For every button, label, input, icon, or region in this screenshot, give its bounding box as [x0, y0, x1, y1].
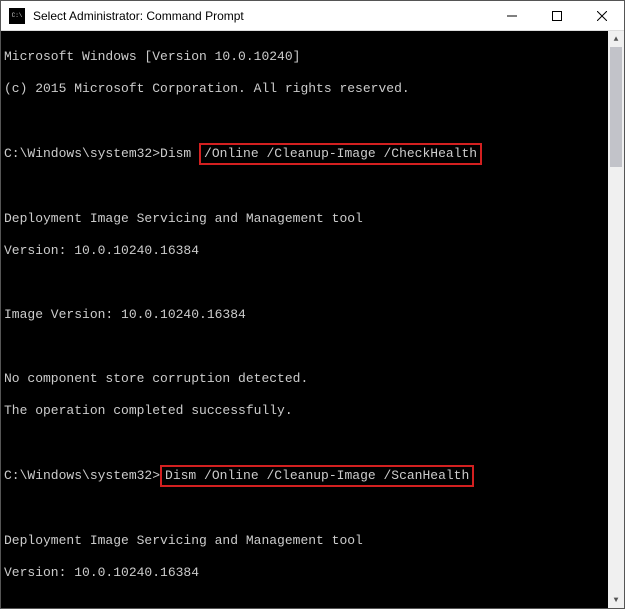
terminal-output[interactable]: Microsoft Windows [Version 10.0.10240] (…: [1, 31, 608, 608]
tool-name: Deployment Image Servicing and Managemen…: [4, 211, 608, 227]
close-button[interactable]: [579, 1, 624, 30]
minimize-icon: [507, 11, 517, 21]
command-line-2: C:\Windows\system32>Dism /Online /Cleanu…: [4, 467, 608, 485]
tool-version: Version: 10.0.10240.16384: [4, 565, 608, 581]
window-title: Select Administrator: Command Prompt: [25, 9, 489, 23]
image-version: Image Version: 10.0.10240.16384: [4, 307, 608, 323]
dism-keyword: Dism: [160, 146, 199, 161]
cmd-icon: [9, 8, 25, 24]
op-success: The operation completed successfully.: [4, 403, 608, 419]
maximize-button[interactable]: [534, 1, 579, 30]
minimize-button[interactable]: [489, 1, 534, 30]
highlight-checkhealth: /Online /Cleanup-Image /CheckHealth: [199, 143, 482, 165]
scroll-down-button[interactable]: ▼: [608, 592, 624, 608]
scroll-up-button[interactable]: ▲: [608, 31, 624, 47]
titlebar-buttons: [489, 1, 624, 30]
command-prompt-window: Select Administrator: Command Prompt Mic…: [0, 0, 625, 609]
scrollbar[interactable]: ▲ ▼: [608, 31, 624, 608]
scroll-thumb[interactable]: [610, 47, 622, 167]
terminal-container: Microsoft Windows [Version 10.0.10240] (…: [1, 31, 624, 608]
titlebar[interactable]: Select Administrator: Command Prompt: [1, 1, 624, 31]
prompt-text: C:\Windows\system32>: [4, 468, 160, 483]
scroll-track[interactable]: [608, 47, 624, 592]
header-line: Microsoft Windows [Version 10.0.10240]: [4, 49, 608, 65]
close-icon: [597, 11, 607, 21]
command-line-1: C:\Windows\system32>Dism /Online /Cleanu…: [4, 145, 608, 163]
prompt-text: C:\Windows\system32>: [4, 146, 160, 161]
tool-name: Deployment Image Servicing and Managemen…: [4, 533, 608, 549]
tool-version: Version: 10.0.10240.16384: [4, 243, 608, 259]
highlight-scanhealth: Dism /Online /Cleanup-Image /ScanHealth: [160, 465, 474, 487]
no-corruption: No component store corruption detected.: [4, 371, 608, 387]
maximize-icon: [552, 11, 562, 21]
copyright-line: (c) 2015 Microsoft Corporation. All righ…: [4, 81, 608, 97]
